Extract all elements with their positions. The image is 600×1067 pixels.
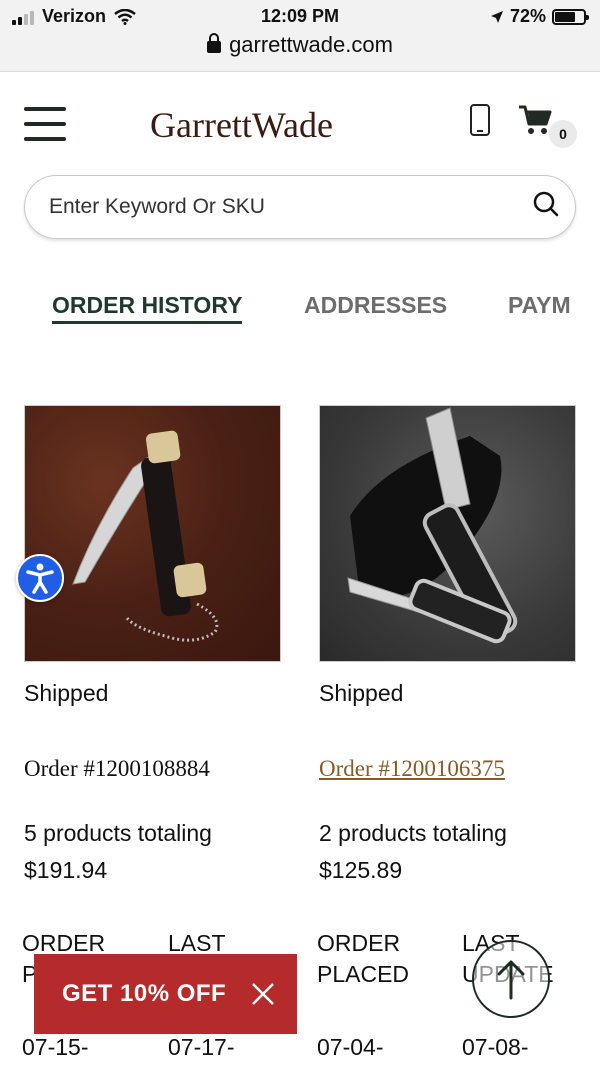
promo-banner[interactable]: GET 10% OFF xyxy=(34,954,297,1034)
site-logo[interactable]: GarrettWade xyxy=(150,104,333,146)
tab-addresses[interactable]: ADDRESSES xyxy=(304,292,447,319)
order-number[interactable]: Order #1200108884 xyxy=(24,756,210,782)
scroll-to-top-button[interactable] xyxy=(472,940,550,1018)
accessibility-button[interactable] xyxy=(16,554,64,602)
arrow-up-icon xyxy=(497,960,525,1000)
order-product-image[interactable] xyxy=(24,405,281,662)
phone-icon[interactable] xyxy=(470,104,490,136)
order-products-count: 5 products totaling xyxy=(24,820,212,846)
order-products-count: 2 products totaling xyxy=(319,820,507,846)
battery-icon xyxy=(552,8,589,25)
status-bar: Verizon 12:09 PM 72% xyxy=(0,4,600,30)
order-status: Shipped xyxy=(24,680,109,706)
hamburger-menu-icon[interactable] xyxy=(24,107,66,141)
url-bar[interactable]: garrettwade.com xyxy=(0,32,600,58)
folding-knife-image xyxy=(72,430,219,642)
tab-order-history[interactable]: ORDER HISTORY xyxy=(52,292,243,324)
last-update-date: 07-08- xyxy=(462,1034,529,1060)
accessibility-icon xyxy=(26,563,54,594)
cart-icon[interactable] xyxy=(518,104,552,136)
order-totals: 2 products totaling $125.89 xyxy=(319,815,507,889)
order-placed-date: 07-04- xyxy=(317,1034,384,1060)
order-product-image[interactable] xyxy=(319,405,576,662)
order-status: Shipped xyxy=(319,680,404,706)
battery-percent: 72% xyxy=(509,6,546,26)
url-text: garrettwade.com xyxy=(229,32,393,57)
promo-label[interactable]: GET 10% OFF xyxy=(62,980,226,1008)
order-total-amount: $125.89 xyxy=(319,857,403,883)
account-tabs: ORDER HISTORY ADDRESSES PAYM xyxy=(0,292,600,326)
search-icon[interactable] xyxy=(532,190,560,218)
close-icon[interactable] xyxy=(250,981,276,1007)
location-arrow-icon xyxy=(490,10,503,23)
tab-payment[interactable]: PAYM xyxy=(508,292,571,319)
lock-icon xyxy=(207,33,222,53)
order-placed-date: 07-15- xyxy=(22,1034,89,1060)
order-placed-label: ORDER PLACED xyxy=(317,930,410,987)
search-input[interactable] xyxy=(49,190,509,224)
browser-chrome: Verizon 12:09 PM 72% garrettwade.com xyxy=(0,0,600,72)
cart-count-badge: 0 xyxy=(549,120,577,148)
last-update-date: 07-17- xyxy=(168,1034,235,1060)
engraved-knife-set-image xyxy=(347,407,518,644)
order-total-amount: $191.94 xyxy=(24,857,108,883)
order-number-link[interactable]: Order #1200106375 xyxy=(319,756,505,782)
search-bar xyxy=(24,175,576,239)
order-totals: 5 products totaling $191.94 xyxy=(24,815,212,889)
